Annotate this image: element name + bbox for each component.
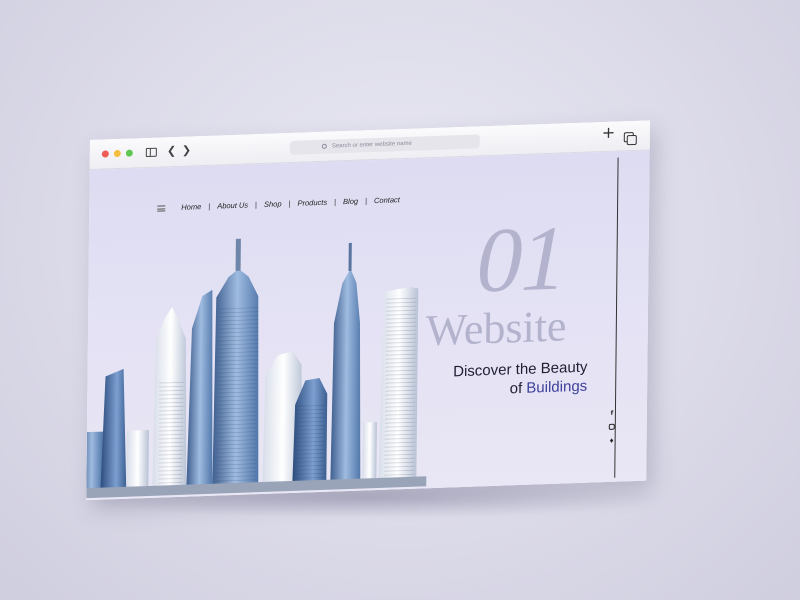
hero-number: 01 [476,206,566,312]
back-chevron-icon[interactable]: ❮ [167,144,176,157]
website-page: Home | About Us | Shop | Products | Blog… [86,150,650,501]
facebook-icon[interactable]: f [607,410,617,417]
forward-chevron-icon[interactable]: ❯ [182,143,191,156]
instagram-icon[interactable] [607,423,617,433]
maximize-window-button[interactable] [125,149,133,157]
browser-window: ❮ ❯ Search or enter website name + Home … [86,120,650,501]
sidebar-toggle-icon[interactable] [145,147,157,158]
new-tab-plus-icon[interactable]: + [602,123,616,142]
tagline-prefix: of [509,379,527,398]
tagline-accent-word: Buildings [526,377,588,397]
minimize-window-button[interactable] [113,149,121,158]
tab-overview-icon[interactable] [623,131,634,143]
close-window-button[interactable] [101,150,109,158]
mockup-scene: ❮ ❯ Search or enter website name + Home … [0,0,800,600]
address-placeholder: Search or enter website name [331,140,412,150]
hero-title: Website [425,301,567,356]
search-icon [321,143,327,149]
address-bar[interactable]: Search or enter website name [289,134,480,156]
tower-group [86,238,427,499]
twitter-icon[interactable]: ♦ [607,438,617,445]
